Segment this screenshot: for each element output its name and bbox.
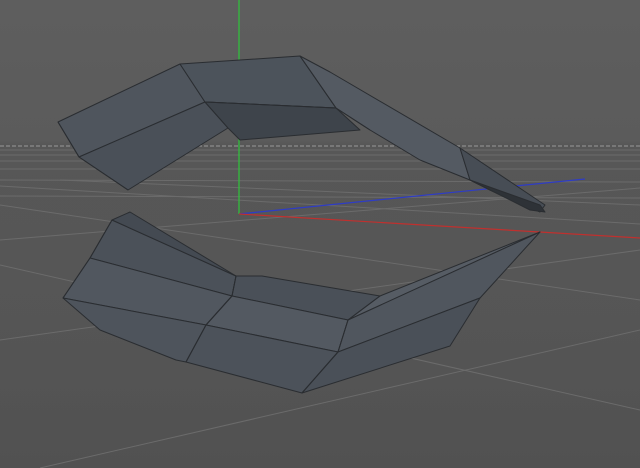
3d-viewport[interactable]	[0, 0, 640, 468]
viewport-canvas[interactable]	[0, 0, 640, 468]
